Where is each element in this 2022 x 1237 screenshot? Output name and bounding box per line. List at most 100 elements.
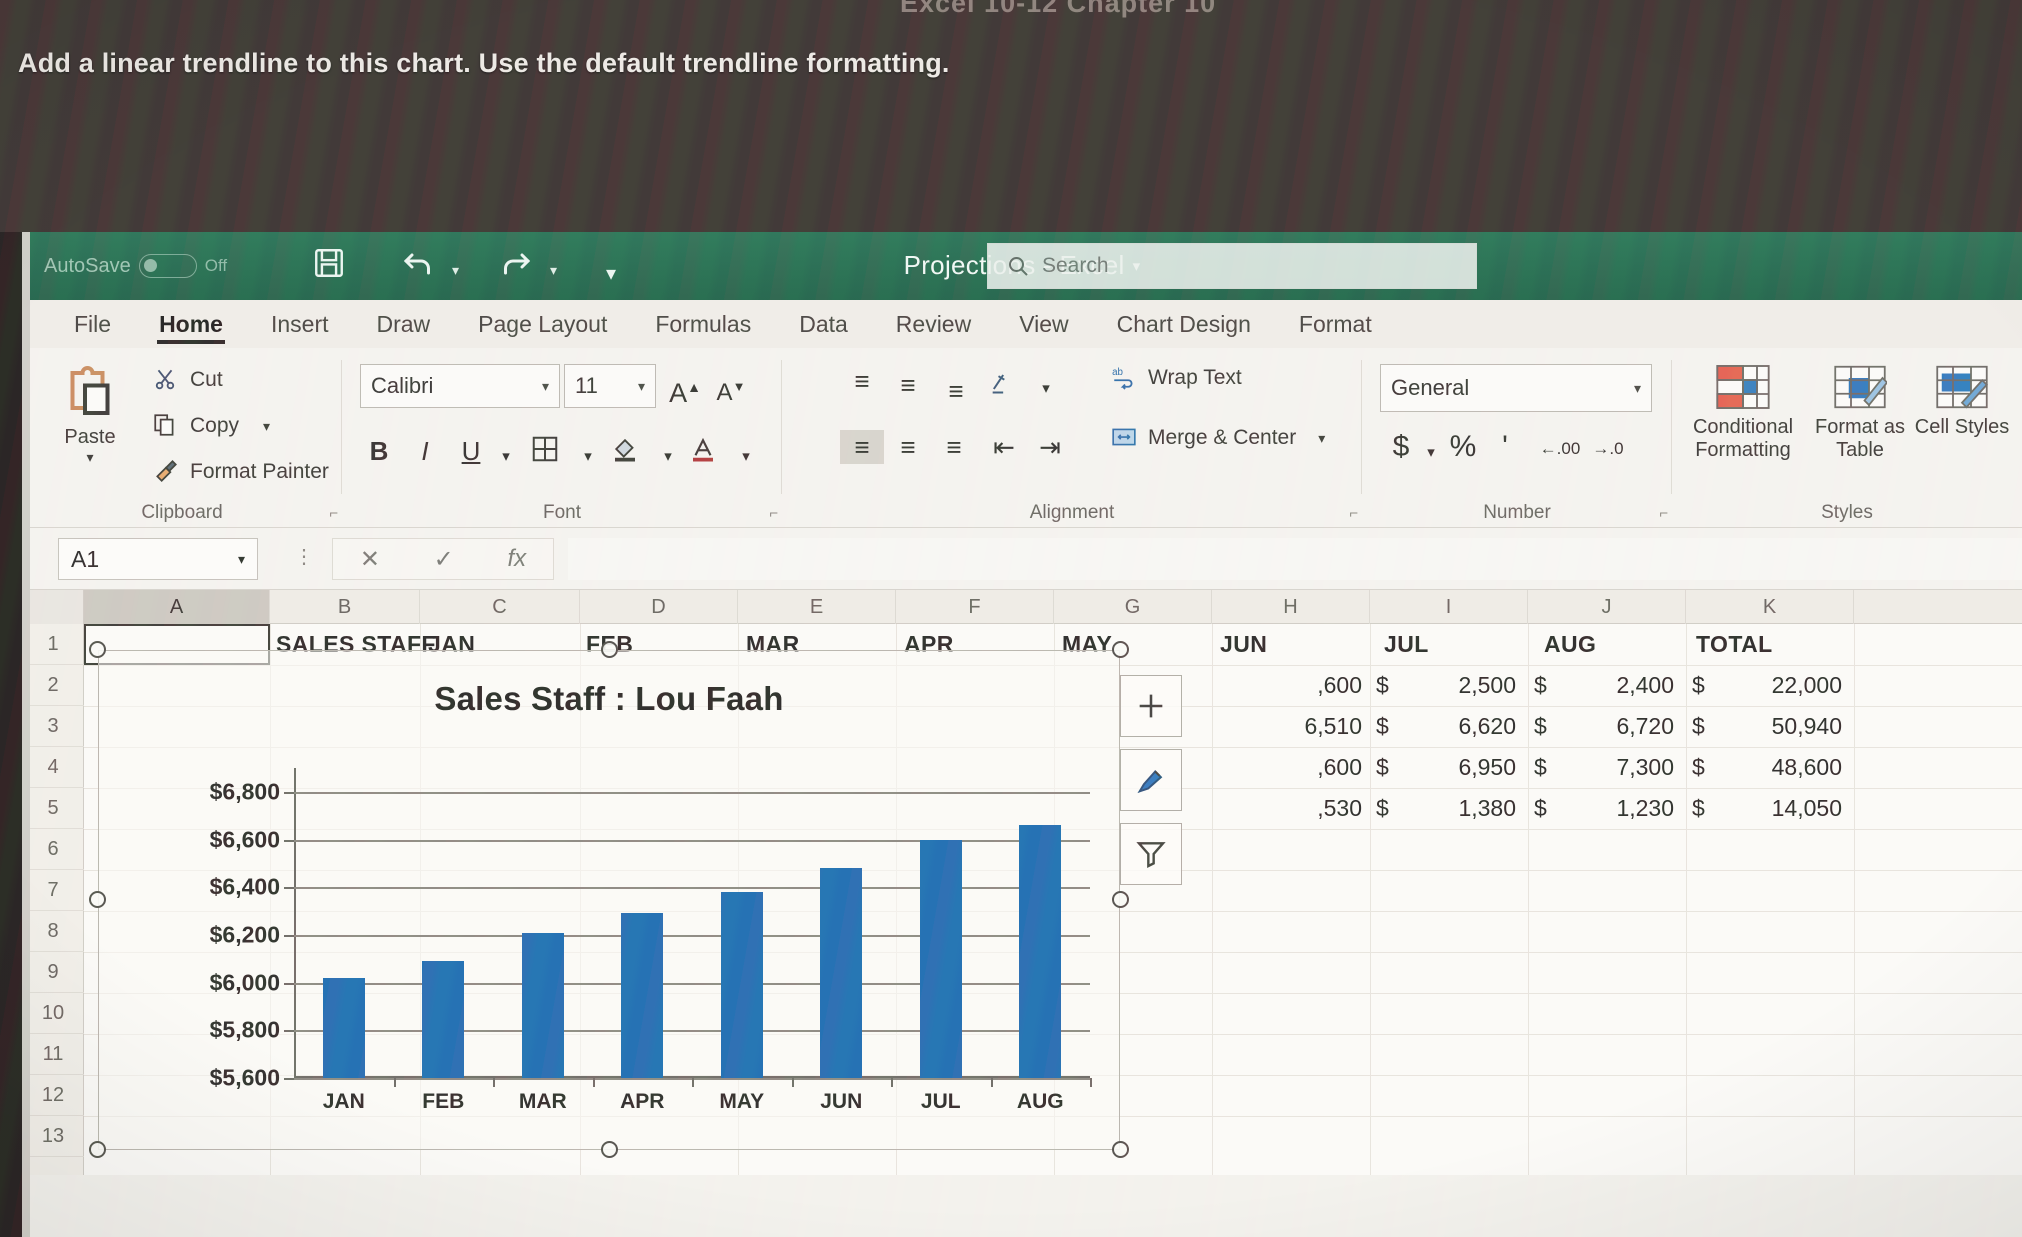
italic-button[interactable]: I — [408, 434, 442, 468]
cell-k3[interactable]: 50,940 — [1700, 706, 1842, 747]
font-color-caret[interactable]: ▾ — [734, 440, 758, 474]
chart-filters-icon[interactable] — [1120, 823, 1182, 885]
clipboard-dialog-launcher[interactable]: ⌐ — [329, 505, 338, 522]
increase-font-size-button[interactable]: A▲ — [668, 370, 702, 410]
align-top-button[interactable]: ≡ — [840, 364, 884, 398]
chart-handle-top-center[interactable] — [601, 641, 618, 658]
paste-caret[interactable]: ▾ — [44, 449, 136, 466]
cell-j5[interactable]: 1,230 — [1542, 788, 1674, 829]
merge-center-caret[interactable]: ▾ — [1318, 430, 1325, 447]
alignment-dialog-launcher[interactable]: ⌐ — [1349, 505, 1358, 522]
cell-i3[interactable]: 6,620 — [1384, 706, 1516, 747]
font-size-combobox[interactable]: 11 ▾ — [564, 364, 656, 408]
column-header-i[interactable]: I — [1370, 590, 1528, 624]
orientation-button[interactable] — [988, 368, 1032, 396]
copy-button[interactable]: Copy ▾ — [152, 412, 270, 440]
accounting-format-button[interactable]: $ — [1384, 430, 1418, 464]
increase-decimal-button[interactable]: ←.00 — [1538, 432, 1582, 466]
row-header-4[interactable]: 4 — [22, 747, 84, 788]
tab-draw[interactable]: Draw — [353, 302, 455, 346]
cell-k5[interactable]: 14,050 — [1700, 788, 1842, 829]
align-center-button[interactable]: ≡ — [886, 430, 930, 464]
number-format-caret[interactable]: ▾ — [1634, 380, 1641, 397]
tab-format[interactable]: Format — [1275, 302, 1396, 346]
decrease-font-size-button[interactable]: A▼ — [714, 370, 748, 410]
chart-bar[interactable] — [1019, 825, 1062, 1078]
chart-object[interactable]: Sales Staff : Lou Faah $5,600 $5,800 $6,00… — [89, 641, 1129, 1158]
chart-handle-bottom-center[interactable] — [601, 1141, 618, 1158]
fill-color-button[interactable] — [610, 434, 650, 464]
chart-handle-top-left[interactable] — [89, 641, 106, 658]
column-header-h[interactable]: H — [1212, 590, 1370, 624]
column-header-d[interactable]: D — [580, 590, 738, 624]
cell-j2[interactable]: 2,400 — [1542, 665, 1674, 706]
row-header-6[interactable]: 6 — [22, 829, 84, 870]
row-header-11[interactable]: 11 — [22, 1034, 84, 1075]
decrease-decimal-button[interactable]: →.0 — [1586, 432, 1630, 466]
cell-k4[interactable]: 48,600 — [1700, 747, 1842, 788]
cell-h4[interactable]: ,600 — [1212, 747, 1362, 788]
search-input[interactable]: Search — [987, 243, 1477, 289]
cancel-formula-button[interactable]: ✕ — [360, 545, 380, 574]
cell-h1[interactable]: JUN — [1220, 624, 1360, 665]
format-as-table-button[interactable]: Format as Table — [1810, 362, 1910, 462]
row-header-12[interactable]: 12 — [22, 1075, 84, 1116]
align-left-button[interactable]: ≡ — [840, 430, 884, 464]
chart-styles-icon[interactable] — [1120, 749, 1182, 811]
cell-k2[interactable]: 22,000 — [1700, 665, 1842, 706]
copy-caret[interactable]: ▾ — [263, 418, 270, 435]
paste-button[interactable]: Paste ▾ — [44, 362, 136, 466]
chart-handle-middle-left[interactable] — [89, 891, 106, 908]
row-header-9[interactable]: 9 — [22, 952, 84, 993]
chart-plot-area[interactable]: $5,600 $5,800 $6,000 $6,200 $6,400 $6,600 $6,8… — [210, 768, 1092, 1113]
column-header-k[interactable]: K — [1686, 590, 1854, 624]
orientation-caret[interactable]: ▾ — [1034, 372, 1058, 406]
chart-elements-icon[interactable] — [1120, 675, 1182, 737]
cell-i5[interactable]: 1,380 — [1384, 788, 1516, 829]
tab-view[interactable]: View — [995, 302, 1092, 346]
row-header-13[interactable]: 13 — [22, 1116, 84, 1157]
insert-function-button[interactable]: fx — [507, 545, 526, 573]
chart-bar[interactable] — [720, 892, 763, 1078]
accounting-caret[interactable]: ▾ — [1420, 436, 1442, 470]
column-header-e[interactable]: E — [738, 590, 896, 624]
chart-bar[interactable] — [422, 961, 465, 1078]
fill-color-caret[interactable]: ▾ — [656, 440, 680, 474]
chart-title[interactable]: Sales Staff : Lou Faah — [98, 680, 1120, 718]
chart-handle-bottom-right[interactable] — [1112, 1141, 1129, 1158]
underline-button[interactable]: U — [454, 434, 488, 468]
font-dialog-launcher[interactable]: ⌐ — [769, 505, 778, 522]
name-box-caret[interactable]: ▾ — [238, 551, 245, 568]
cell-j1[interactable]: AUG — [1544, 624, 1684, 665]
borders-caret[interactable]: ▾ — [576, 440, 600, 474]
align-right-button[interactable]: ≡ — [932, 430, 976, 464]
cell-h2[interactable]: ,600 — [1212, 665, 1362, 706]
decrease-indent-button[interactable]: ⇤ — [982, 430, 1026, 464]
cell-i1[interactable]: JUL — [1384, 624, 1524, 665]
cell-j4[interactable]: 7,300 — [1542, 747, 1674, 788]
tab-chart-design[interactable]: Chart Design — [1093, 302, 1275, 346]
tab-review[interactable]: Review — [872, 302, 995, 346]
increase-indent-button[interactable]: ⇥ — [1028, 430, 1072, 464]
font-name-combobox[interactable]: Calibri ▾ — [360, 364, 560, 408]
cell-i4[interactable]: 6,950 — [1384, 747, 1516, 788]
row-header-1[interactable]: 1 — [22, 624, 84, 665]
name-box[interactable]: A1 ▾ — [58, 538, 258, 580]
chart-bar[interactable] — [919, 839, 962, 1078]
cell-h3[interactable]: 6,510 — [1212, 706, 1362, 747]
conditional-formatting-button[interactable]: Conditional Formatting — [1680, 362, 1806, 462]
row-header-3[interactable]: 3 — [22, 706, 84, 747]
row-header-10[interactable]: 10 — [22, 993, 84, 1034]
column-header-a[interactable]: A — [84, 590, 270, 624]
chart-bar[interactable] — [621, 913, 664, 1078]
cell-i2[interactable]: 2,500 — [1384, 665, 1516, 706]
chart-handle-top-right[interactable] — [1112, 641, 1129, 658]
tab-home[interactable]: Home — [135, 302, 247, 346]
chart-bar[interactable] — [322, 977, 365, 1078]
row-header-5[interactable]: 5 — [22, 788, 84, 829]
tab-data[interactable]: Data — [775, 302, 872, 346]
row-header-2[interactable]: 2 — [22, 665, 84, 706]
number-format-combobox[interactable]: General ▾ — [1380, 364, 1652, 412]
borders-button[interactable] — [530, 434, 570, 464]
chart-handle-bottom-left[interactable] — [89, 1141, 106, 1158]
